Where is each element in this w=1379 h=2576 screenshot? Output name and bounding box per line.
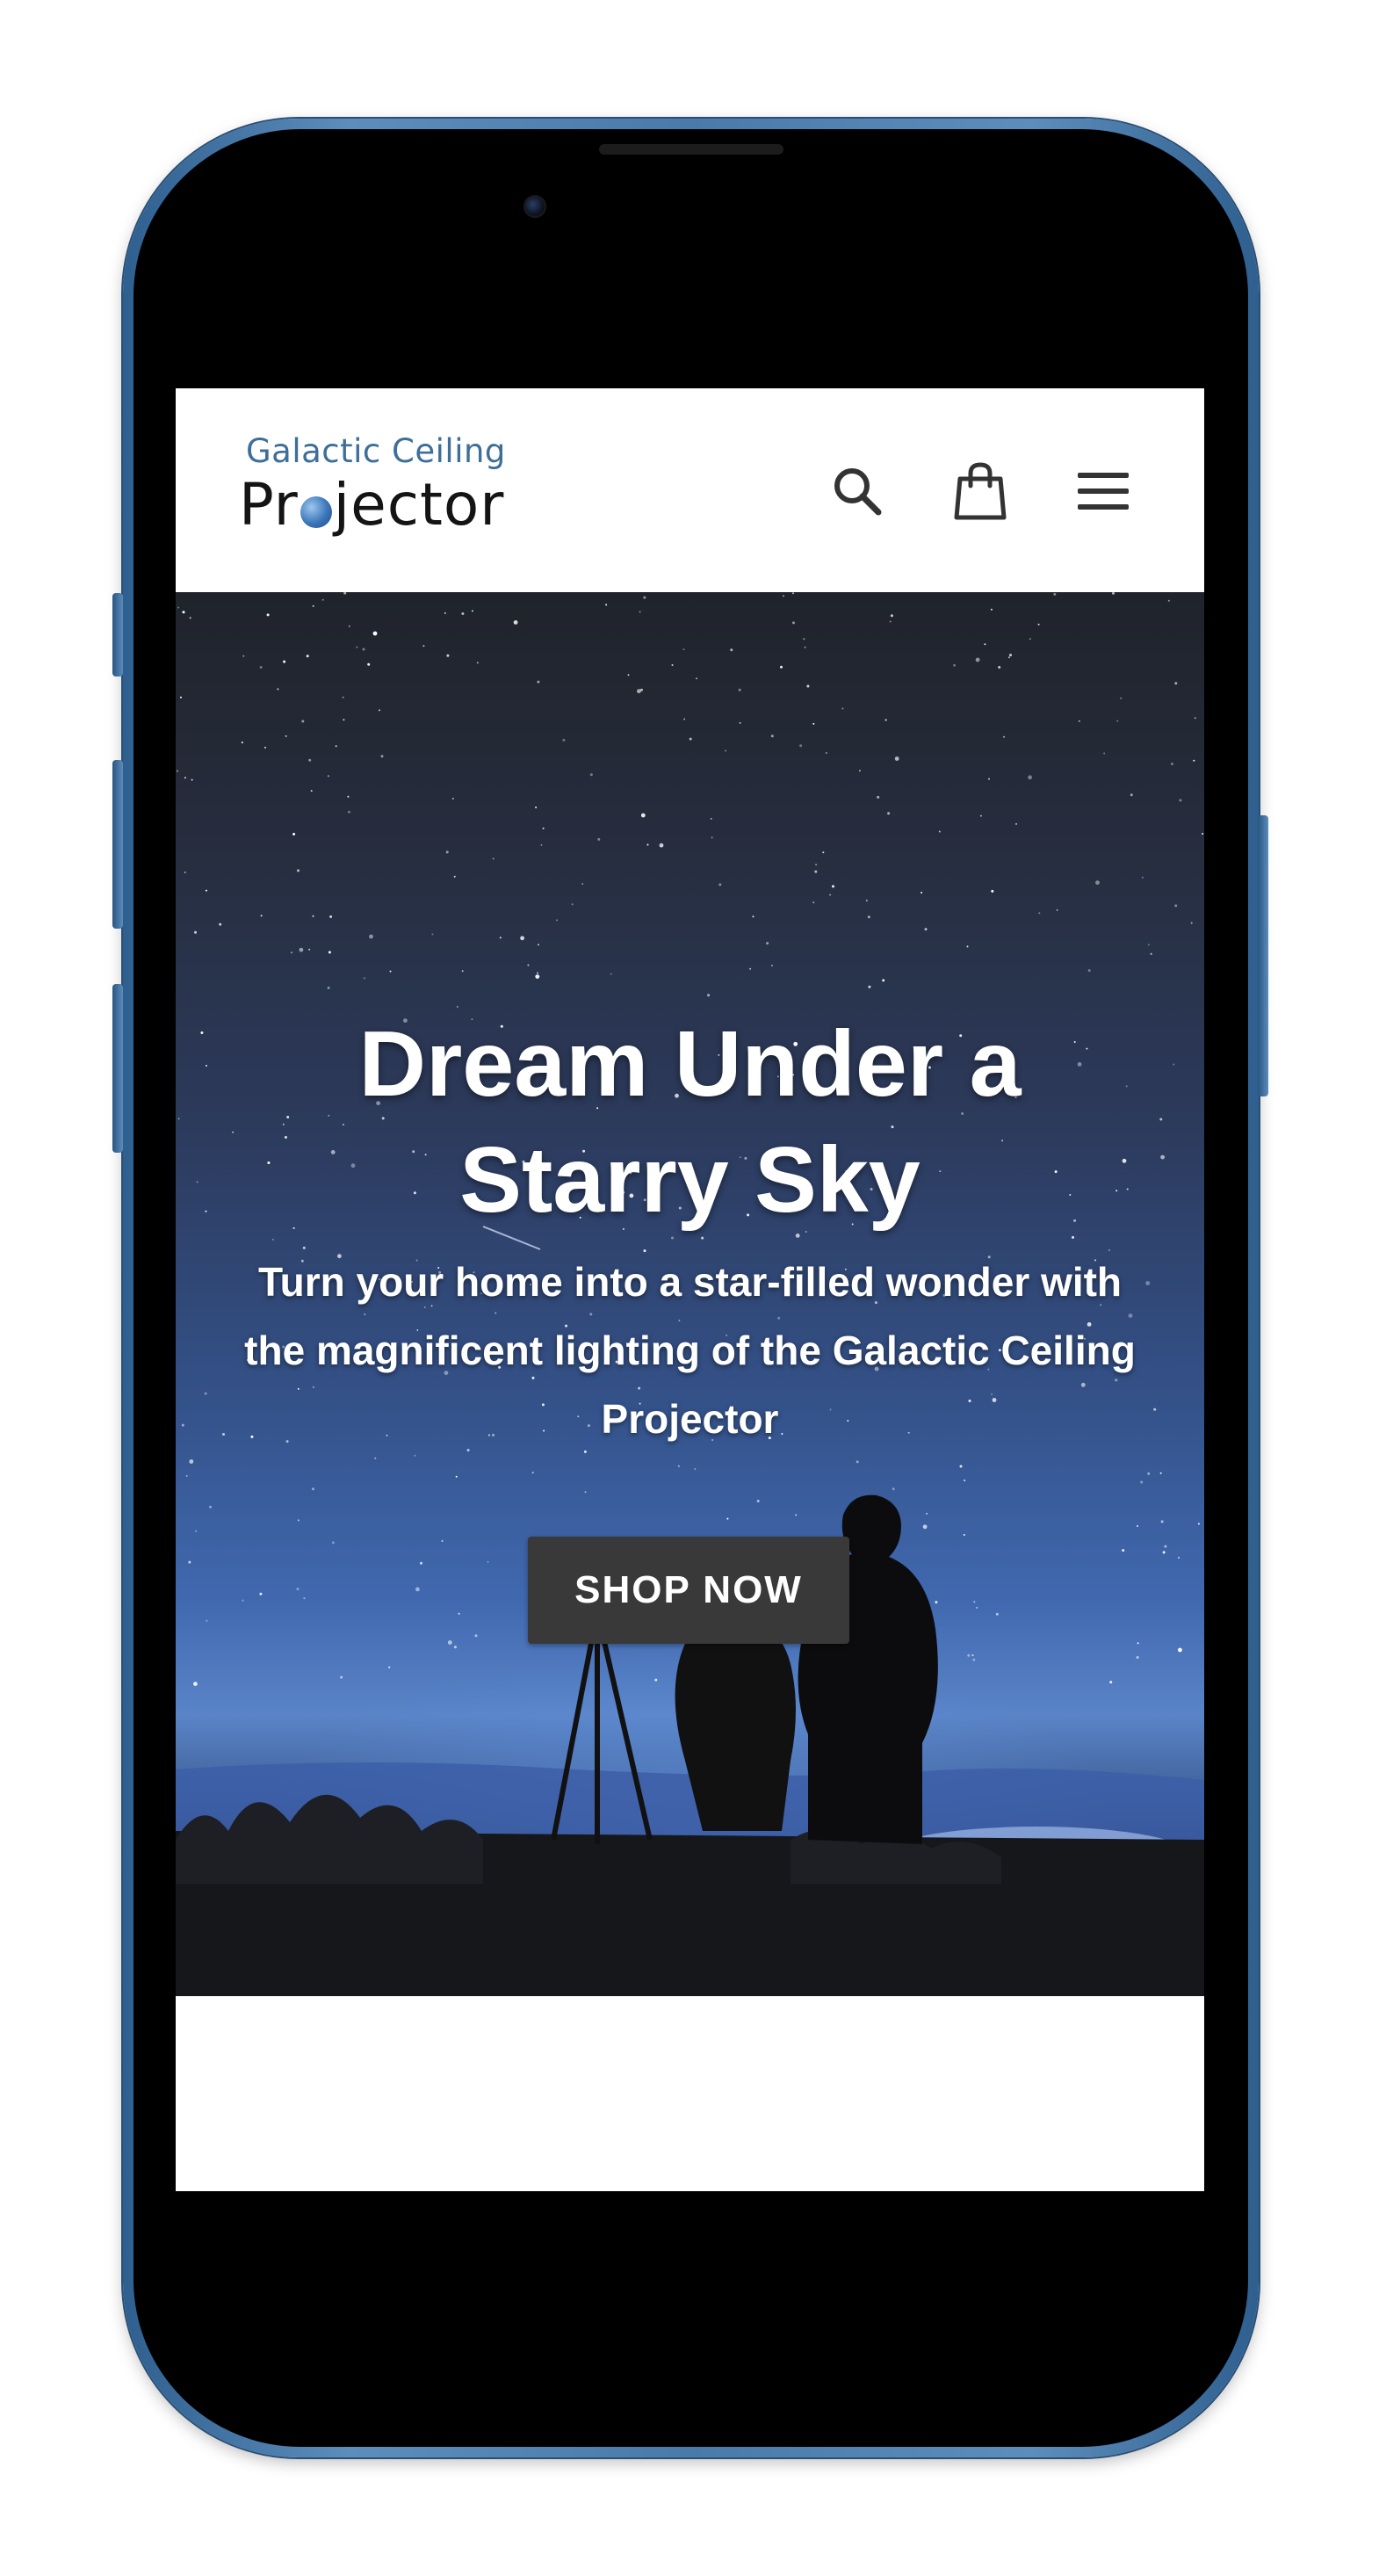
shopping-bag-icon (954, 462, 1007, 520)
phone-screen: Galactic Ceiling Pr jector Dream Under a… (176, 388, 1204, 2191)
globe-icon (300, 496, 332, 528)
front-camera (523, 195, 546, 218)
logo-wordmark: Pr jector (239, 471, 505, 539)
content-area (176, 1996, 1204, 2191)
search-button[interactable] (827, 460, 888, 522)
site-header: Galactic Ceiling Pr jector (176, 388, 1204, 592)
header-actions (827, 460, 1134, 522)
menu-button[interactable] (1072, 460, 1134, 522)
menu-icon (1078, 473, 1129, 510)
search-icon (834, 468, 882, 516)
earpiece-speaker (599, 144, 783, 155)
hero-subtitle: Turn your home into a star-filled wonder… (244, 1259, 1136, 1442)
hero-title: Dream Under a Starry Sky (358, 1012, 1022, 1233)
volume-down-button (112, 984, 123, 1153)
silent-switch (112, 593, 123, 677)
logo-tagline: Galactic Ceiling (246, 432, 506, 470)
cart-button[interactable] (949, 460, 1011, 522)
volume-up-button (112, 760, 123, 929)
shop-now-button[interactable]: SHOP NOW (528, 1537, 849, 1644)
hero-banner: Dream Under a Starry Sky Turn your home … (176, 592, 1204, 1996)
site-logo[interactable]: Galactic Ceiling Pr jector (239, 432, 529, 546)
power-button (1258, 815, 1268, 1096)
